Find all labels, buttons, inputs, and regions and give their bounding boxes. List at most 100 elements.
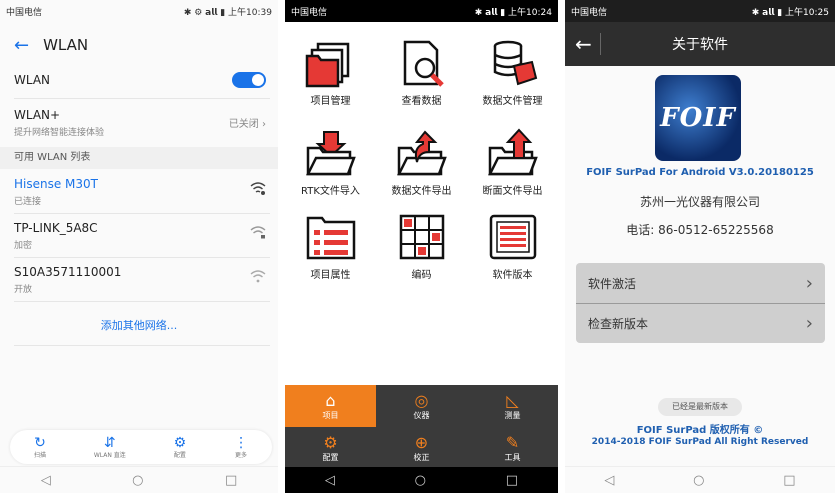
available-networks-header: 可用 WLAN 列表 — [0, 147, 278, 169]
grid-label: 编码 — [411, 270, 432, 281]
nav-home-icon[interactable]: ○ — [415, 473, 426, 488]
tab-label: 校正 — [413, 452, 430, 462]
back-arrow-icon[interactable]: ← — [575, 32, 592, 56]
code-table-icon — [399, 214, 444, 260]
list-folder-icon — [306, 216, 355, 260]
data-file-manage-button[interactable]: 数据文件管理 — [467, 38, 558, 118]
tab-instrument[interactable]: ◎ 仪器 — [376, 385, 467, 427]
wlan-toggle-switch[interactable] — [232, 72, 266, 88]
wlan-settings-screen: 中国电信 ✱ ⚙ 𝗮𝗹𝗹 ▮ 上午10:39 ← WLAN WLAN WLAN+… — [0, 0, 278, 493]
wifi-signal-icon — [250, 182, 266, 195]
system-nav-bar: ◁ ○ □ — [285, 467, 558, 493]
nav-back-icon[interactable]: ◁ — [41, 473, 51, 488]
nav-recent-icon[interactable]: □ — [225, 473, 237, 488]
page-title: WLAN — [43, 36, 89, 54]
wifi-direct-icon: ⇵ — [103, 434, 116, 451]
wlan-plus-subtitle: 提升网络智能连接体验 — [14, 128, 105, 138]
grid-label: 数据文件导出 — [391, 186, 452, 197]
rtk-import-button[interactable]: RTK文件导入 — [285, 128, 376, 208]
more-button[interactable]: ⋮ 更多 — [234, 436, 248, 459]
network-name: Hisense M30T — [14, 177, 98, 191]
network-name: S10A3571110001 — [14, 265, 122, 279]
refresh-icon: ↻ — [34, 434, 46, 451]
tab-measure[interactable]: ◺ 测量 — [467, 385, 558, 427]
nav-home-icon[interactable]: ○ — [132, 473, 143, 488]
project-manage-button[interactable]: 项目管理 — [285, 38, 376, 118]
crosshair-icon: ⊕ — [414, 432, 429, 452]
phone-number: 电话: 86-0512-65225568 — [626, 223, 774, 237]
nav-back-icon[interactable]: ◁ — [325, 473, 335, 488]
nav-back-icon[interactable]: ◁ — [604, 473, 614, 488]
folder-export-icon — [396, 130, 447, 176]
product-version: FOIF SurPad For Android V3.0.20180125 — [586, 167, 814, 178]
tab-config[interactable]: ⚙ 配置 — [285, 427, 376, 469]
chevron-right-icon: › — [805, 312, 813, 334]
divider — [14, 257, 270, 258]
wlan-direct-button[interactable]: ⇵ WLAN 直连 — [94, 436, 126, 459]
header-divider — [599, 33, 601, 55]
wlan-plus-row[interactable]: WLAN+ 提升网络智能连接体验 已关闭 › — [0, 108, 278, 144]
code-button[interactable]: 编码 — [376, 212, 467, 292]
ruler-icon: ◺ — [506, 390, 519, 410]
nav-recent-icon[interactable]: □ — [783, 473, 795, 488]
add-other-network-link[interactable]: 添加其他网络... — [0, 317, 278, 333]
wrench-icon: ✎ — [505, 432, 520, 452]
dock-label: WLAN 直连 — [93, 451, 126, 459]
status-icons: ✱ ⚙ 𝗮𝗹𝗹 ▮ 上午10:39 — [183, 7, 272, 18]
back-arrow-icon[interactable]: ← — [14, 35, 29, 56]
wlan-plus-status: 已关闭 › — [228, 119, 266, 130]
about-software-screen: 中国电信 ✱ 𝗮𝗹𝗹 ▮ 上午10:25 关于软件 ← FOIF FOIF Su… — [565, 0, 835, 493]
folder-import-icon — [305, 131, 356, 176]
search-document-icon — [403, 40, 444, 87]
wlan-header: ← WLAN — [0, 22, 278, 68]
grid-label: 项目管理 — [310, 96, 351, 107]
document-lines-icon — [489, 214, 536, 260]
status-bar: 中国电信 ✱ 𝗮𝗹𝗹 ▮ 上午10:24 — [285, 0, 558, 22]
menu-label: 检查新版本 — [588, 316, 649, 331]
wlan-toggle-row[interactable]: WLAN — [0, 72, 278, 98]
status-icons: ✱ 𝗮𝗹𝗹 ▮ 上午10:25 — [751, 7, 829, 18]
divider — [14, 98, 270, 99]
dock-label: 配置 — [173, 451, 186, 459]
scan-button[interactable]: ↻ 扫描 — [34, 436, 46, 459]
copyright-line-1: FOIF SurPad 版权所有 © — [636, 425, 764, 436]
status-bar: 中国电信 ✱ ⚙ 𝗮𝗹𝗹 ▮ 上午10:39 — [0, 0, 278, 22]
company-name: 苏州一光仪器有限公司 — [639, 195, 760, 209]
divider — [14, 301, 270, 302]
carrier-label: 中国电信 — [291, 7, 328, 18]
view-data-button[interactable]: 查看数据 — [376, 38, 467, 118]
nav-home-icon[interactable]: ○ — [693, 473, 704, 488]
project-menu-screen: 中国电信 ✱ 𝗮𝗹𝗹 ▮ 上午10:24 项目管理 查看数据 数据文件管理 RT… — [285, 0, 558, 493]
data-export-button[interactable]: 数据文件导出 — [376, 128, 467, 208]
tab-project[interactable]: ⌂ 项目 — [285, 385, 376, 427]
tab-tools[interactable]: ✎ 工具 — [467, 427, 558, 469]
section-export-button[interactable]: 断面文件导出 — [467, 128, 558, 208]
database-icon — [493, 40, 537, 86]
grid-label: 查看数据 — [401, 96, 442, 107]
network-item-tplink[interactable]: TP-LINK_5A8C 加密 — [0, 221, 278, 255]
dock-label: 更多 — [235, 451, 248, 459]
carrier-label: 中国电信 — [571, 7, 608, 18]
nav-recent-icon[interactable]: □ — [506, 473, 518, 488]
app-logo: FOIF — [655, 75, 741, 161]
tab-label: 配置 — [322, 452, 339, 462]
grid-label: RTK文件导入 — [301, 186, 360, 197]
wifi-locked-icon — [250, 226, 266, 239]
network-item-s10a[interactable]: S10A3571110001 开放 — [0, 265, 278, 299]
folder-upload-icon — [487, 128, 538, 176]
status-bar: 中国电信 ✱ 𝗮𝗹𝗹 ▮ 上午10:25 — [565, 0, 835, 22]
tab-label: 测量 — [504, 410, 521, 420]
configure-button[interactable]: ⚙ 配置 — [174, 436, 187, 459]
home-icon: ⌂ — [325, 390, 336, 410]
grid-label: 项目属性 — [310, 270, 351, 281]
network-item-hisense[interactable]: Hisense M30T 已连接 — [0, 177, 278, 211]
wifi-open-icon — [250, 270, 266, 283]
project-properties-button[interactable]: 项目属性 — [285, 212, 376, 292]
software-version-button[interactable]: 软件版本 — [467, 212, 558, 292]
check-update-item[interactable]: 检查新版本 › — [576, 303, 825, 343]
copyright-line-2: 2014-2018 FOIF SurPad All Right Reserved — [591, 437, 809, 447]
tab-calibrate[interactable]: ⊕ 校正 — [376, 427, 467, 469]
dock-label: 扫描 — [33, 451, 46, 459]
activate-software-item[interactable]: 软件激活 › — [576, 263, 825, 304]
tab-label: 项目 — [322, 410, 339, 420]
